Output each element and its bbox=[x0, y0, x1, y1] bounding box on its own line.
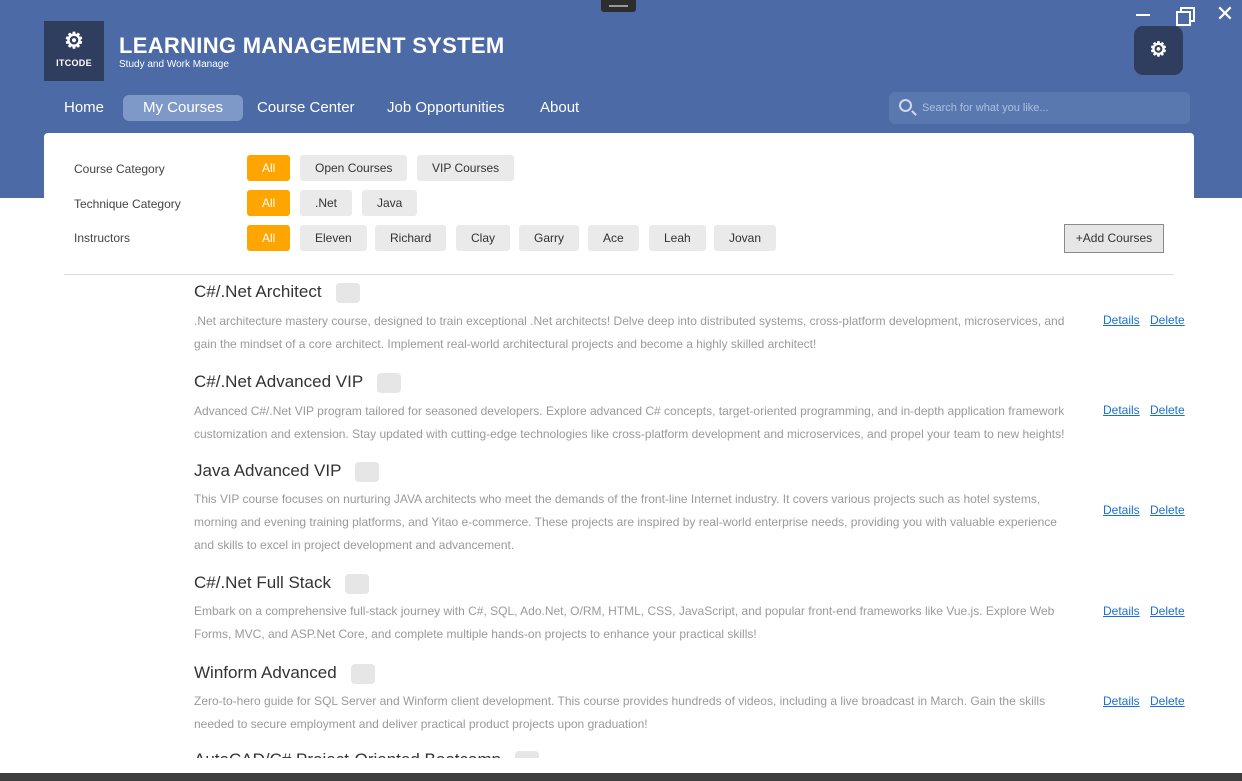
nav-home[interactable]: Home bbox=[64, 95, 104, 121]
course-title[interactable]: C#/.Net Full Stack bbox=[194, 573, 369, 594]
search-icon bbox=[899, 99, 912, 112]
logo-text: ITCODE bbox=[56, 58, 92, 68]
course-details-link[interactable]: Details bbox=[1103, 604, 1140, 618]
technique-chip-net[interactable]: .Net bbox=[300, 190, 353, 216]
course-description: Zero-to-hero guide for SQL Server and Wi… bbox=[194, 690, 1094, 736]
course-description-line: and skills to excel in project developme… bbox=[194, 538, 515, 552]
course-description-line: .Net architecture mastery course, design… bbox=[194, 314, 1065, 328]
nav-about[interactable]: About bbox=[540, 95, 579, 121]
course-badge bbox=[335, 282, 360, 303]
nav-my-courses[interactable]: My Courses bbox=[123, 95, 244, 121]
course-description-line: customization and extension. Stay update… bbox=[194, 427, 1065, 441]
course-badge bbox=[350, 663, 375, 684]
app-logo: ⚙ ITCODE bbox=[44, 21, 104, 81]
course-badge bbox=[515, 750, 540, 758]
nav-course-center[interactable]: Course Center bbox=[257, 95, 355, 121]
instructor-chip-richard[interactable]: Richard bbox=[375, 225, 447, 251]
instructor-chip-eleven[interactable]: Eleven bbox=[300, 225, 367, 251]
course-description-line: Embark on a comprehensive full-stack jou… bbox=[194, 604, 1055, 618]
technique-chip-java[interactable]: Java bbox=[362, 190, 418, 216]
course-description-line: This VIP course focuses on nurturing JAV… bbox=[194, 492, 1041, 506]
technique-category-label: Technique Category bbox=[74, 197, 181, 211]
course-description-line: morning and evening training platforms, … bbox=[194, 515, 1057, 529]
course-badge bbox=[377, 372, 402, 393]
nav-job-opportunities[interactable]: Job Opportunities bbox=[387, 95, 505, 121]
course-title-text[interactable]: Java Advanced VIP bbox=[194, 461, 341, 480]
course-details-link[interactable]: Details bbox=[1103, 403, 1140, 417]
logo-gear-icon: ⚙ bbox=[64, 28, 84, 53]
course-category-chip-vip[interactable]: VIP Courses bbox=[417, 155, 515, 181]
instructor-chip-ace[interactable]: Ace bbox=[588, 225, 639, 251]
minimize-icon[interactable] bbox=[1129, 2, 1157, 28]
search-box[interactable] bbox=[889, 92, 1190, 124]
instructor-chip-garry[interactable]: Garry bbox=[519, 225, 579, 251]
course-description-line: Forms, MVC, and ASP.Net Core, and comple… bbox=[194, 627, 757, 641]
search-input[interactable] bbox=[922, 98, 1177, 118]
course-description: This VIP course focuses on nurturing JAV… bbox=[194, 488, 1094, 557]
course-title-text[interactable]: AutoCAD/C# Project-Oriented Bootcamp bbox=[194, 750, 501, 758]
course-description-line: needed to secure employment and deliver … bbox=[194, 717, 648, 731]
course-delete-link[interactable]: Delete bbox=[1150, 403, 1185, 417]
course-category-chip-open[interactable]: Open Courses bbox=[300, 155, 408, 181]
filter-divider bbox=[64, 274, 1174, 275]
course-title[interactable]: AutoCAD/C# Project-Oriented Bootcamp bbox=[194, 750, 540, 758]
course-title[interactable]: Winform Advanced bbox=[194, 663, 375, 684]
instructor-chip-all[interactable]: All bbox=[247, 225, 291, 251]
course-details-link[interactable]: Details bbox=[1103, 694, 1140, 708]
course-details-link[interactable]: Details bbox=[1103, 503, 1140, 517]
window-drag-handle[interactable] bbox=[601, 0, 636, 12]
course-title-text[interactable]: Winform Advanced bbox=[194, 663, 337, 682]
course-description: Advanced C#/.Net VIP program tailored fo… bbox=[194, 400, 1094, 446]
course-description-line: Zero-to-hero guide for SQL Server and Wi… bbox=[194, 694, 1046, 708]
course-title[interactable]: C#/.Net Advanced VIP bbox=[194, 372, 402, 393]
course-description-line: gain the mindset of a core architect. Im… bbox=[194, 337, 817, 351]
restore-icon[interactable] bbox=[1171, 2, 1199, 28]
user-avatar-button[interactable]: ⚙ bbox=[1134, 26, 1183, 75]
course-details-link[interactable]: Details bbox=[1103, 313, 1140, 327]
technique-chip-all[interactable]: All bbox=[247, 190, 291, 216]
course-delete-link[interactable]: Delete bbox=[1150, 604, 1185, 618]
window-bottom-edge bbox=[0, 773, 1242, 781]
courses-panel: Course Category All Open Courses VIP Cou… bbox=[44, 133, 1194, 758]
course-description-line: Advanced C#/.Net VIP program tailored fo… bbox=[194, 404, 1065, 418]
course-category-label: Course Category bbox=[74, 162, 165, 176]
course-category-chip-all[interactable]: All bbox=[247, 155, 291, 181]
course-description: Embark on a comprehensive full-stack jou… bbox=[194, 600, 1094, 646]
add-courses-button[interactable]: +Add Courses bbox=[1064, 224, 1164, 253]
course-badge bbox=[355, 461, 380, 482]
instructor-chip-jovan[interactable]: Jovan bbox=[714, 225, 777, 251]
course-title-text[interactable]: C#/.Net Advanced VIP bbox=[194, 372, 363, 391]
course-title[interactable]: Java Advanced VIP bbox=[194, 461, 380, 482]
instructor-chip-clay[interactable]: Clay bbox=[456, 225, 511, 251]
course-delete-link[interactable]: Delete bbox=[1150, 503, 1185, 517]
app-title: LEARNING MANAGEMENT SYSTEM bbox=[119, 33, 505, 58]
course-title-text[interactable]: C#/.Net Full Stack bbox=[194, 573, 331, 592]
course-delete-link[interactable]: Delete bbox=[1150, 694, 1185, 708]
app-subtitle: Study and Work Manage bbox=[119, 59, 229, 70]
course-description: .Net architecture mastery course, design… bbox=[194, 310, 1094, 356]
instructor-chip-leah[interactable]: Leah bbox=[649, 225, 706, 251]
course-delete-link[interactable]: Delete bbox=[1150, 313, 1185, 327]
course-badge bbox=[345, 573, 369, 594]
course-title-text[interactable]: C#/.Net Architect bbox=[194, 282, 322, 301]
close-icon[interactable]: ✕ bbox=[1211, 2, 1239, 28]
instructors-label: Instructors bbox=[74, 231, 131, 245]
course-title[interactable]: C#/.Net Architect bbox=[194, 282, 360, 303]
